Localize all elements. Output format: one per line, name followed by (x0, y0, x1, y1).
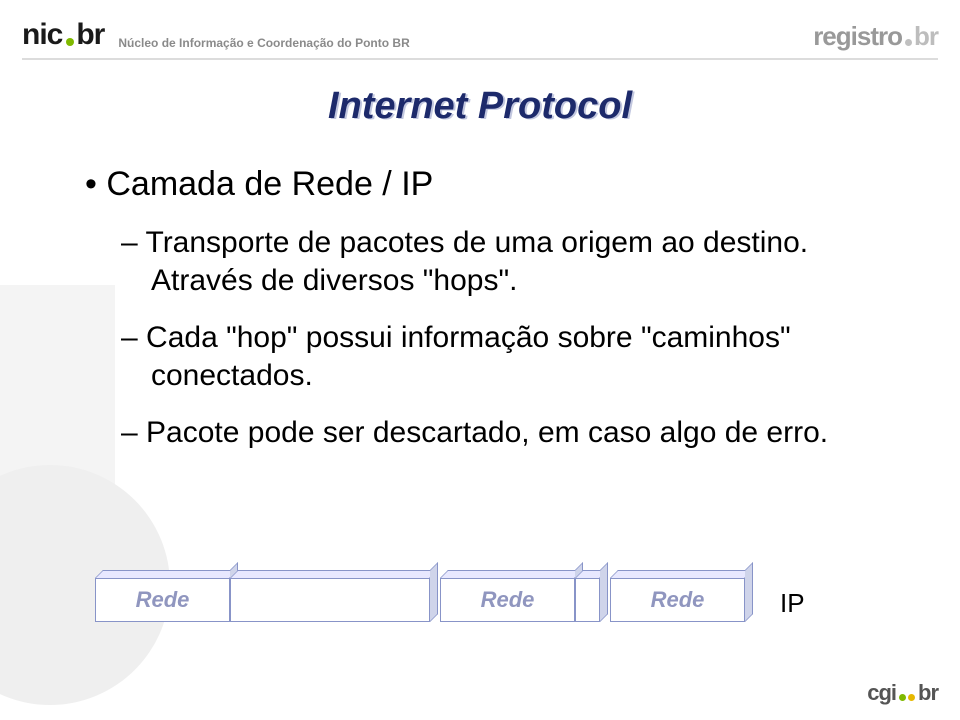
dot-icon (905, 39, 912, 46)
diagram-box: Rede (440, 578, 575, 622)
logo-text-registro: registro (813, 21, 902, 52)
footer-text-br: br (918, 680, 938, 706)
header-divider (22, 58, 938, 60)
slide-title: Internet Protocol Internet Protocol (0, 85, 960, 128)
logo-text-nic: nic (22, 18, 62, 52)
title-text: Internet Protocol (328, 85, 632, 127)
footer-text-cgi: cgi (867, 680, 896, 706)
diagram-box-label: Rede (136, 587, 190, 613)
cgi-br-logo: cgi br (867, 680, 938, 706)
header-tagline: Núcleo de Informação e Coordenação do Po… (118, 36, 409, 50)
dot-icon (899, 694, 906, 701)
nic-br-logo: nic br (22, 18, 104, 52)
logo-text-br2: br (914, 21, 938, 52)
bullet-level1: Camada de Rede / IP (85, 165, 890, 204)
diagram-right-label: IP (780, 588, 805, 619)
registro-br-logo: registro br (813, 21, 938, 52)
bullet-level2: Transporte de pacotes de uma origem ao d… (121, 224, 890, 301)
logo-text-br: br (76, 18, 104, 52)
diagram-connector (575, 578, 600, 622)
header: nic br Núcleo de Informação e Coordenaçã… (0, 0, 960, 58)
diagram-box-label: Rede (651, 587, 705, 613)
dot-icon (908, 694, 915, 701)
diagram-box-label: Rede (481, 587, 535, 613)
bullet-level2: Pacote pode ser descartado, em caso algo… (121, 414, 890, 452)
bullet-level2: Cada "hop" possui informação sobre "cami… (121, 319, 890, 396)
network-diagram: Rede Rede Rede IP (95, 570, 865, 630)
diagram-box: Rede (610, 578, 745, 622)
diagram-box: Rede (95, 578, 230, 622)
slide-body: Camada de Rede / IP Transporte de pacote… (85, 165, 890, 470)
diagram-connector (230, 578, 430, 622)
dot-icon (66, 38, 74, 46)
